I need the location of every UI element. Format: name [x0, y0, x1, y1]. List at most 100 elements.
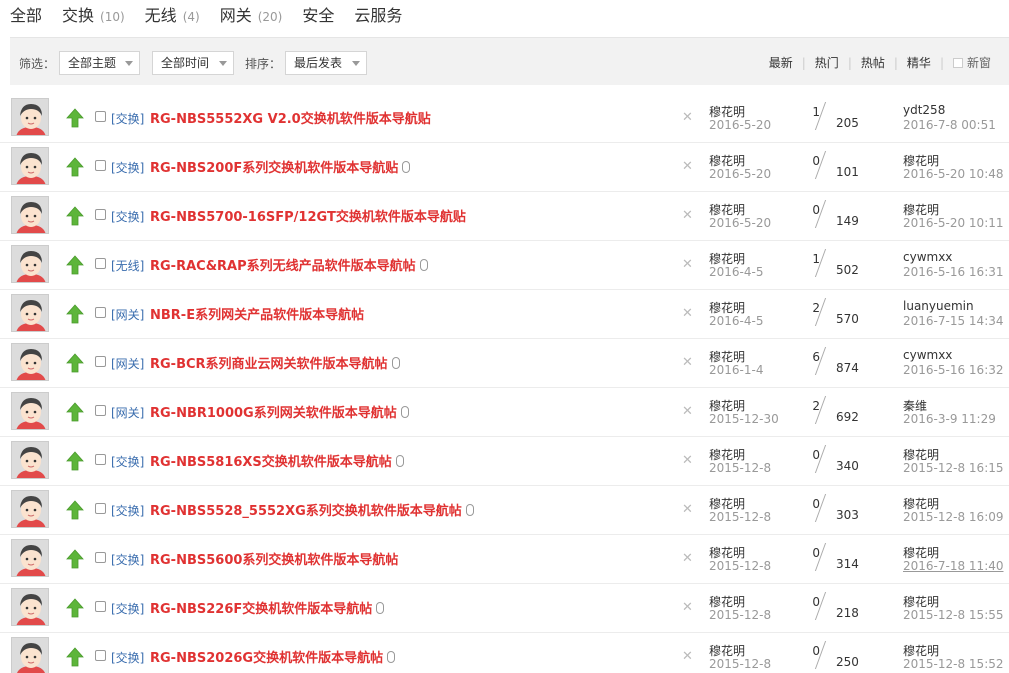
tab-all[interactable]: 全部 — [10, 4, 42, 28]
delete-icon[interactable]: ✕ — [682, 306, 693, 321]
last-reply-user[interactable]: cywmxx — [903, 250, 952, 264]
last-reply-time[interactable]: 2016-7-8 00:51 — [903, 118, 996, 132]
avatar[interactable] — [11, 343, 49, 381]
thread-category-tag[interactable]: [交换] — [111, 502, 144, 519]
thread-category-tag[interactable]: [交换] — [111, 551, 144, 568]
sort-digest-link[interactable]: 精华 — [907, 54, 931, 71]
arrow-up-icon[interactable] — [66, 157, 84, 177]
tab-switch[interactable]: 交换 (10) — [62, 4, 125, 28]
delete-icon[interactable]: ✕ — [682, 551, 693, 566]
thread-checkbox[interactable] — [95, 111, 106, 122]
thread-checkbox[interactable] — [95, 209, 106, 220]
arrow-up-icon[interactable] — [66, 549, 84, 569]
thread-checkbox[interactable] — [95, 356, 106, 367]
thread-checkbox[interactable] — [95, 552, 106, 563]
thread-category-tag[interactable]: [交换] — [111, 453, 144, 470]
thread-title[interactable]: RG-NBS5700-16SFP/12GT交换机软件版本导航贴 — [150, 206, 466, 225]
avatar[interactable] — [11, 637, 49, 673]
thread-checkbox[interactable] — [95, 307, 106, 318]
thread-title[interactable]: RG-NBS5816XS交换机软件版本导航帖 — [150, 451, 404, 470]
thread-title[interactable]: RG-NBS5600系列交换机软件版本导航帖 — [150, 549, 398, 568]
arrow-up-icon[interactable] — [66, 598, 84, 618]
thread-title[interactable]: RG-BCR系列商业云网关软件版本导航帖 — [150, 353, 400, 372]
arrow-up-icon[interactable] — [66, 500, 84, 520]
thread-checkbox[interactable] — [95, 454, 106, 465]
sort-hotpost-link[interactable]: 热帖 — [861, 54, 885, 71]
avatar[interactable] — [11, 490, 49, 528]
last-reply-time[interactable]: 2016-5-20 10:48 — [903, 167, 1004, 181]
thread-title[interactable]: RG-NBR1000G系列网关软件版本导航帖 — [150, 402, 409, 421]
last-reply-time[interactable]: 2015-12-8 15:55 — [903, 608, 1004, 622]
delete-icon[interactable]: ✕ — [682, 208, 693, 223]
arrow-up-icon[interactable] — [66, 647, 84, 667]
delete-icon[interactable]: ✕ — [682, 355, 693, 370]
avatar[interactable] — [11, 539, 49, 577]
tab-gateway[interactable]: 网关 (20) — [220, 4, 283, 28]
delete-icon[interactable]: ✕ — [682, 600, 693, 615]
thread-checkbox[interactable] — [95, 601, 106, 612]
last-reply-user[interactable]: luanyuemin — [903, 299, 974, 313]
avatar[interactable] — [11, 245, 49, 283]
delete-icon[interactable]: ✕ — [682, 159, 693, 174]
thread-title[interactable]: RG-NBS200F系列交换机软件版本导航贴 — [150, 157, 411, 176]
avatar[interactable] — [11, 196, 49, 234]
last-reply-user[interactable]: ydt258 — [903, 103, 945, 117]
thread-checkbox[interactable] — [95, 650, 106, 661]
last-reply-time[interactable]: 2016-7-18 11:40 — [903, 559, 1004, 573]
thread-title[interactable]: RG-NBS5528_5552XG系列交换机软件版本导航帖 — [150, 500, 474, 519]
thread-category-tag[interactable]: [交换] — [111, 208, 144, 225]
thread-category-tag[interactable]: [网关] — [111, 404, 144, 421]
avatar[interactable] — [11, 147, 49, 185]
thread-category-tag[interactable]: [网关] — [111, 355, 144, 372]
avatar[interactable] — [11, 588, 49, 626]
arrow-up-icon[interactable] — [66, 255, 84, 275]
sort-hot-link[interactable]: 热门 — [815, 54, 839, 71]
arrow-up-icon[interactable] — [66, 451, 84, 471]
thread-category-tag[interactable]: [交换] — [111, 649, 144, 666]
thread-category-tag[interactable]: [交换] — [111, 600, 144, 617]
arrow-up-icon[interactable] — [66, 304, 84, 324]
last-reply-time[interactable]: 2016-7-15 14:34 — [903, 314, 1004, 328]
thread-checkbox[interactable] — [95, 503, 106, 514]
last-reply-time[interactable]: 2016-5-20 10:11 — [903, 216, 1004, 230]
thread-category-tag[interactable]: [无线] — [111, 257, 144, 274]
delete-icon[interactable]: ✕ — [682, 649, 693, 664]
arrow-up-icon[interactable] — [66, 402, 84, 422]
avatar[interactable] — [11, 294, 49, 332]
thread-checkbox[interactable] — [95, 160, 106, 171]
thread-checkbox[interactable] — [95, 258, 106, 269]
last-reply-time[interactable]: 2015-12-8 16:15 — [903, 461, 1004, 475]
arrow-up-icon[interactable] — [66, 108, 84, 128]
last-reply-time[interactable]: 2016-5-16 16:32 — [903, 363, 1004, 377]
last-reply-user[interactable]: cywmxx — [903, 348, 952, 362]
thread-category-tag[interactable]: [交换] — [111, 110, 144, 127]
delete-icon[interactable]: ✕ — [682, 110, 693, 125]
new-window-toggle[interactable]: 新窗 — [952, 54, 991, 71]
tab-wireless[interactable]: 无线 (4) — [145, 4, 200, 28]
thread-title[interactable]: RG-RAC&RAP系列无线产品软件版本导航帖 — [150, 255, 428, 274]
sort-select[interactable]: 最后发表 — [285, 51, 367, 75]
arrow-up-icon[interactable] — [66, 206, 84, 226]
sort-latest-link[interactable]: 最新 — [769, 54, 793, 71]
delete-icon[interactable]: ✕ — [682, 502, 693, 517]
last-reply-time[interactable]: 2015-12-8 15:52 — [903, 657, 1004, 671]
thread-title[interactable]: NBR-E系列网关产品软件版本导航帖 — [150, 304, 364, 323]
topic-select[interactable]: 全部主题 — [59, 51, 140, 75]
thread-category-tag[interactable]: [交换] — [111, 159, 144, 176]
avatar[interactable] — [11, 392, 49, 430]
tab-cloud[interactable]: 云服务 — [354, 4, 402, 28]
last-reply-time[interactable]: 2015-12-8 16:09 — [903, 510, 1004, 524]
delete-icon[interactable]: ✕ — [682, 453, 693, 468]
thread-checkbox[interactable] — [95, 405, 106, 416]
thread-title[interactable]: RG-NBS5552XG V2.0交换机软件版本导航贴 — [150, 108, 431, 127]
avatar[interactable] — [11, 98, 49, 136]
new-window-checkbox[interactable] — [952, 57, 963, 68]
thread-category-tag[interactable]: [网关] — [111, 306, 144, 323]
tab-security[interactable]: 安全 — [302, 4, 334, 28]
arrow-up-icon[interactable] — [66, 353, 84, 373]
thread-title[interactable]: RG-NBS2026G交换机软件版本导航帖 — [150, 647, 396, 666]
time-select[interactable]: 全部时间 — [152, 51, 234, 75]
last-reply-time[interactable]: 2016-5-16 16:31 — [903, 265, 1004, 279]
delete-icon[interactable]: ✕ — [682, 404, 693, 419]
avatar[interactable] — [11, 441, 49, 479]
